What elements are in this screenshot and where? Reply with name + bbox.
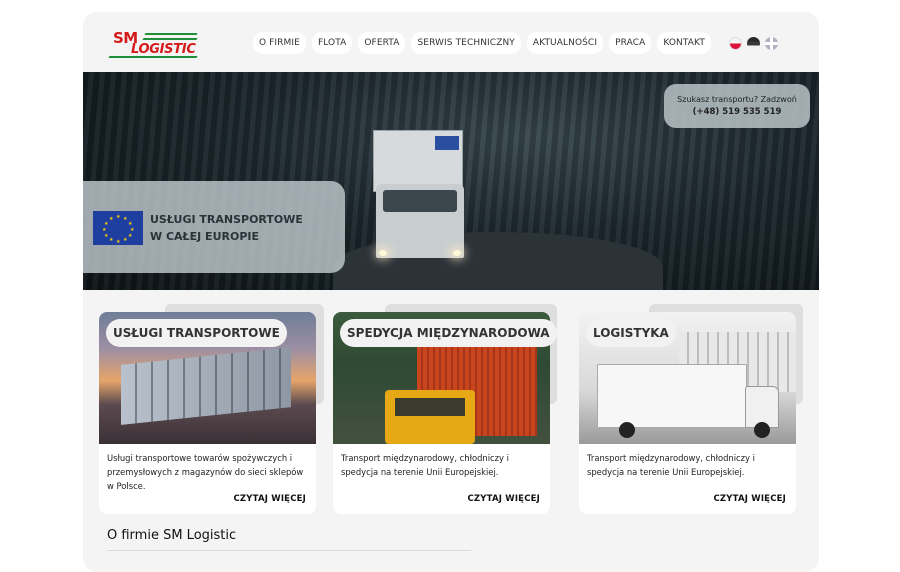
service-card-forwarding[interactable]: SPEDYCJA MIĘDZYNARODOWA Transport między… <box>333 304 557 514</box>
hero-headline: USŁUGI TRANSPORTOWE W CAŁEJ EUROPIE <box>150 211 330 245</box>
gb-flag-icon[interactable] <box>765 37 778 50</box>
wheel <box>754 422 770 438</box>
nav-item-oferta[interactable]: OFERTA <box>358 32 406 54</box>
card-body: Usługi transportowe towarów spożywczych … <box>99 444 316 514</box>
logo-stripe <box>144 33 198 35</box>
wheel <box>619 422 635 438</box>
card-body: Transport międzynarodowy, chłodniczy i s… <box>333 444 550 514</box>
eu-flag-icon: ★ ★ ★ ★ ★ ★ ★ ★ ★ ★ ★ ★ <box>93 211 143 245</box>
card-title: LOGISTYKA <box>586 319 676 347</box>
call-phone[interactable]: (+48) 519 535 519 <box>664 107 810 117</box>
nav-item-kontakt[interactable]: KONTAKT <box>657 32 711 54</box>
header: SM LOGISTIC O FIRMIE FLOTA OFERTA SERWIS… <box>83 12 819 72</box>
hero-panel: ★ ★ ★ ★ ★ ★ ★ ★ ★ ★ ★ ★ USŁUGI TRANSPORT… <box>83 181 345 273</box>
card-description: Transport międzynarodowy, chłodniczy i s… <box>587 453 755 477</box>
about-heading: O firmie SM Logistic <box>107 528 237 543</box>
de-flag-icon[interactable] <box>747 37 760 50</box>
nav-item-flota[interactable]: FLOTA <box>311 32 353 54</box>
hero-truck-window <box>383 190 457 212</box>
nav-item-aktualnosci[interactable]: AKTUALNOŚCI <box>526 32 604 54</box>
card-description: Transport międzynarodowy, chłodniczy i s… <box>341 453 509 477</box>
page: SM LOGISTIC O FIRMIE FLOTA OFERTA SERWIS… <box>83 12 819 572</box>
headlight <box>453 250 461 256</box>
yellow-truck-window <box>395 398 465 416</box>
hero-banner: ★ ★ ★ ★ ★ ★ ★ ★ ★ ★ ★ ★ USŁUGI TRANSPORT… <box>83 72 819 290</box>
logo[interactable]: SM LOGISTIC <box>108 28 201 60</box>
nav-item-serwis[interactable]: SERWIS TECHNICZNY <box>411 32 521 54</box>
call-bubble[interactable]: Szukasz transportu? Zadzwoń (+48) 519 53… <box>664 84 810 128</box>
card-description: Usługi transportowe towarów spożywczych … <box>107 453 304 491</box>
hero-headline-line2: W CAŁEJ EUROPIE <box>150 230 259 243</box>
nav-item-o-firmie[interactable]: O FIRMIE <box>253 32 306 54</box>
headlight <box>379 250 387 256</box>
nav-item-praca[interactable]: PRACA <box>609 32 652 54</box>
language-switcher <box>729 37 778 50</box>
card-title: USŁUGI TRANSPORTOWE <box>106 319 287 347</box>
trailer-ribs <box>121 347 291 425</box>
call-text: Szukasz transportu? Zadzwoń <box>677 95 797 104</box>
hero-truck-flag <box>435 136 459 150</box>
pl-flag-icon[interactable] <box>729 37 742 50</box>
main-nav: O FIRMIE FLOTA OFERTA SERWIS TECHNICZNY … <box>253 32 711 54</box>
read-more-link[interactable]: CZYTAJ WIĘCEJ <box>233 494 306 504</box>
card-body: Transport międzynarodowy, chłodniczy i s… <box>579 444 796 514</box>
read-more-link[interactable]: CZYTAJ WIĘCEJ <box>467 494 540 504</box>
card-title: SPEDYCJA MIĘDZYNARODOWA <box>340 319 557 347</box>
hero-headline-line1: USŁUGI TRANSPORTOWE <box>150 213 303 226</box>
logo-stripe <box>142 38 198 40</box>
about-divider <box>107 550 471 551</box>
service-card-logistics[interactable]: LOGISTYKA Transport międzynarodowy, chło… <box>579 304 803 514</box>
read-more-link[interactable]: CZYTAJ WIĘCEJ <box>713 494 786 504</box>
logo-logistic: LOGISTIC <box>131 42 196 57</box>
service-card-transport[interactable]: USŁUGI TRANSPORTOWE Usługi transportowe … <box>99 304 324 514</box>
box-truck-image <box>597 364 747 428</box>
